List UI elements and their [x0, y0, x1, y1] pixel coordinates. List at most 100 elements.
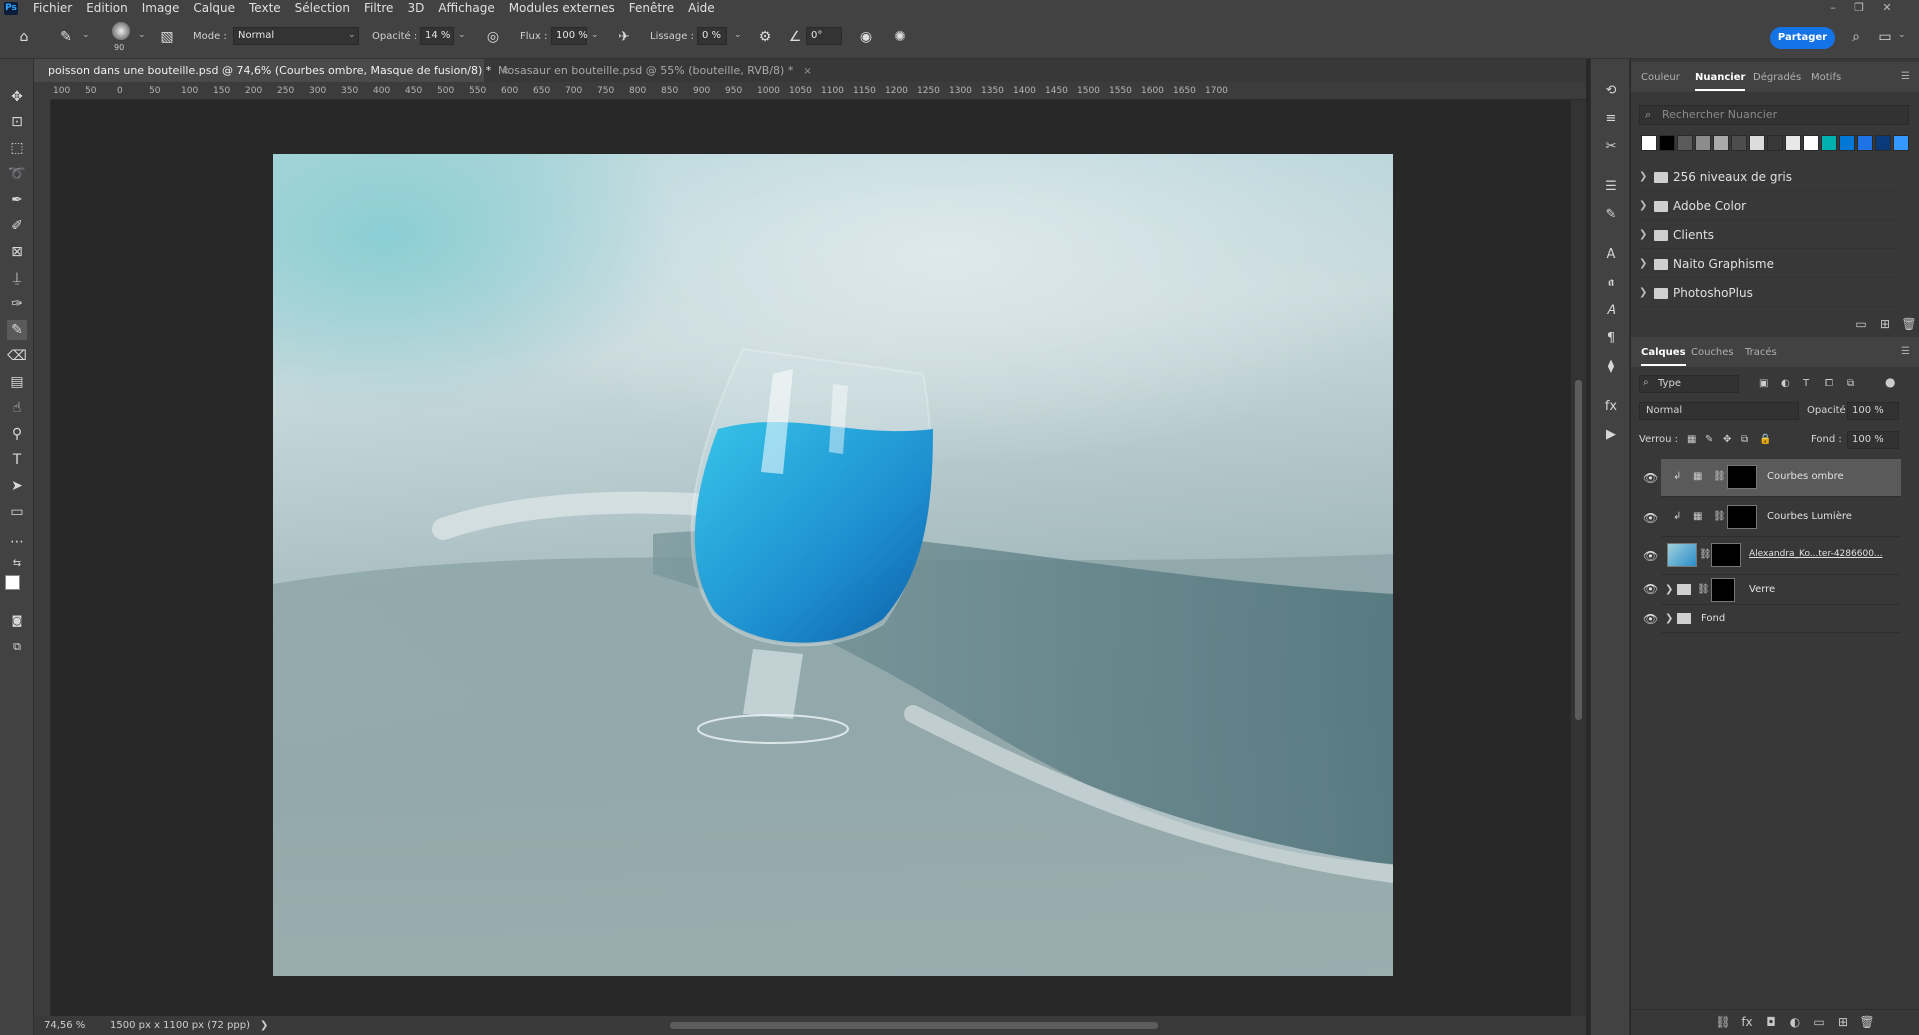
- tab-poisson[interactable]: poisson dans une bouteille.psd @ 74,6% (…: [34, 59, 510, 82]
- swatch-group[interactable]: ❯ Adobe Color: [1635, 192, 1899, 220]
- chevron-down-icon[interactable]: ⌄: [458, 30, 466, 40]
- link-layers-icon[interactable]: ⛓: [1715, 1015, 1731, 1029]
- character-style-icon[interactable]: 𝐴: [1601, 301, 1621, 321]
- gear-icon[interactable]: ⚙: [755, 27, 775, 47]
- tab-nuancier[interactable]: Nuancier: [1695, 72, 1746, 91]
- layer-row[interactable]: ↲ ▦ ⛓ Courbes ombre: [1661, 459, 1901, 497]
- layer-mask-thumbnail[interactable]: [1727, 465, 1757, 489]
- brush-settings-icon[interactable]: ▧: [157, 27, 177, 47]
- scroll-thumb[interactable]: [1575, 380, 1582, 720]
- eye-icon[interactable]: 👁: [1643, 549, 1658, 563]
- layer-thumbnail[interactable]: [1667, 543, 1697, 567]
- zoom-value[interactable]: 74,56 %: [44, 1020, 85, 1031]
- swatch[interactable]: [1803, 135, 1819, 151]
- crop-tool-icon[interactable]: ⊡: [7, 112, 27, 132]
- swatch[interactable]: [1659, 135, 1675, 151]
- chevron-down-icon[interactable]: ⌄: [138, 30, 146, 40]
- brush-preset-icon[interactable]: [112, 22, 130, 40]
- filter-pixel-icon[interactable]: ▣: [1759, 378, 1768, 389]
- document-canvas[interactable]: [273, 154, 1393, 976]
- swatch[interactable]: [1893, 135, 1909, 151]
- swatch[interactable]: [1641, 135, 1657, 151]
- link-icon[interactable]: ⛓: [1713, 471, 1726, 482]
- eye-icon[interactable]: 👁: [1643, 511, 1658, 525]
- filter-adjust-icon[interactable]: ◐: [1781, 378, 1790, 389]
- trash-icon[interactable]: 🗑: [1901, 317, 1917, 331]
- new-swatch-icon[interactable]: ⊞: [1877, 317, 1893, 331]
- fill-input[interactable]: 100 %: [1847, 431, 1899, 449]
- minimize-icon[interactable]: –: [1820, 0, 1846, 16]
- eye-icon[interactable]: 👁: [1643, 582, 1658, 596]
- lock-pixels-icon[interactable]: ✎: [1705, 434, 1713, 445]
- menu-aide[interactable]: Aide: [681, 1, 722, 15]
- eye-icon[interactable]: 👁: [1643, 612, 1658, 626]
- tab-mosasaur[interactable]: Mosasaur en bouteille.psd @ 55% (bouteil…: [484, 59, 824, 82]
- brush-panel-icon[interactable]: ✎: [1601, 205, 1621, 225]
- symmetry-icon[interactable]: ✺: [890, 27, 910, 47]
- chevron-down-icon[interactable]: ⌄: [1898, 30, 1906, 40]
- swatch-search-input[interactable]: Rechercher Nuancier: [1639, 105, 1909, 125]
- lock-position-icon[interactable]: ✥: [1723, 434, 1731, 445]
- vertical-scrollbar[interactable]: [1571, 100, 1586, 1016]
- swatch[interactable]: [1695, 135, 1711, 151]
- layer-mask-thumbnail[interactable]: [1711, 578, 1735, 602]
- menu-selection[interactable]: Sélection: [288, 1, 357, 15]
- brush-tool-icon[interactable]: ✎: [7, 320, 27, 340]
- filter-shape-icon[interactable]: ⧠: [1825, 378, 1833, 389]
- more-tools-icon[interactable]: ⋯: [7, 532, 27, 552]
- angle-input[interactable]: 0°: [806, 27, 842, 45]
- dodge-tool-icon[interactable]: ⚲: [7, 424, 27, 444]
- paragraph-style-icon[interactable]: ⧫: [1601, 357, 1621, 377]
- swatch[interactable]: [1875, 135, 1891, 151]
- menu-affichage[interactable]: Affichage: [431, 1, 501, 15]
- pressure-size-icon[interactable]: ◉: [856, 27, 876, 47]
- tab-traces[interactable]: Tracés: [1745, 347, 1777, 358]
- close-window-icon[interactable]: ✕: [1874, 0, 1900, 16]
- menu-edition[interactable]: Edition: [79, 1, 135, 15]
- menu-fenetre[interactable]: Fenêtre: [622, 1, 681, 15]
- properties-icon[interactable]: ≡: [1601, 109, 1621, 129]
- glyphs-icon[interactable]: 𝖆: [1601, 273, 1621, 293]
- chevron-down-icon[interactable]: ⌄: [348, 30, 356, 40]
- opacity-input[interactable]: 14 %: [420, 27, 454, 45]
- menu-modules-externes[interactable]: Modules externes: [502, 1, 622, 15]
- status-menu-arrow[interactable]: ❯: [260, 1020, 268, 1031]
- menu-calque[interactable]: Calque: [186, 1, 242, 15]
- adjustments-icon[interactable]: ☰: [1601, 177, 1621, 197]
- fx-icon[interactable]: fx: [1739, 1015, 1755, 1029]
- layer-filter-select[interactable]: Type: [1639, 375, 1739, 393]
- new-group-icon[interactable]: ▭: [1811, 1015, 1827, 1029]
- layer-row[interactable]: ⛓ Alexandra_Ko...ter-4286600...: [1661, 537, 1901, 575]
- layer-name[interactable]: Verre: [1749, 584, 1775, 595]
- layer-mask-thumbnail[interactable]: [1711, 543, 1741, 567]
- eyedropper-icon[interactable]: ✑: [7, 294, 27, 314]
- menu-image[interactable]: Image: [135, 1, 187, 15]
- path-selection-icon[interactable]: ➤: [7, 476, 27, 496]
- flow-input[interactable]: 100 %: [551, 27, 588, 45]
- tab-degrades[interactable]: Dégradés: [1753, 72, 1801, 83]
- adjustment-layer-icon[interactable]: ◐: [1787, 1015, 1803, 1029]
- pen-tool-icon[interactable]: ✒: [7, 190, 27, 210]
- layer-row[interactable]: ↲ ▦ ⛓ Courbes Lumière: [1661, 499, 1901, 537]
- move-tool-icon[interactable]: ✥: [7, 87, 27, 107]
- styles-icon[interactable]: fx: [1601, 397, 1621, 417]
- layer-name[interactable]: Courbes ombre: [1767, 471, 1844, 482]
- panel-menu-icon[interactable]: ☰: [1901, 71, 1910, 82]
- link-icon[interactable]: ⛓: [1699, 549, 1712, 560]
- swatch-group[interactable]: ❯ Naito Graphisme: [1635, 250, 1899, 278]
- tab-couches[interactable]: Couches: [1691, 347, 1734, 358]
- lasso-tool-icon[interactable]: ➰: [7, 164, 27, 184]
- quick-mask-icon[interactable]: ◙: [7, 611, 27, 631]
- smoothing-input[interactable]: 0 %: [697, 27, 727, 45]
- layer-row[interactable]: ❯ ⛓ Verre: [1661, 575, 1901, 605]
- chevron-down-icon[interactable]: ⌄: [591, 30, 599, 40]
- lock-all-icon[interactable]: 🔒: [1759, 434, 1771, 445]
- quick-selection-icon[interactable]: ✐: [7, 216, 27, 236]
- actions-icon[interactable]: ▶: [1601, 425, 1621, 445]
- home-icon[interactable]: ⌂: [14, 27, 34, 47]
- type-tool-icon[interactable]: T: [7, 450, 27, 470]
- tools-presets-icon[interactable]: ✂: [1601, 137, 1621, 157]
- filter-smart-icon[interactable]: ⧉: [1847, 378, 1854, 389]
- trash-icon[interactable]: 🗑: [1859, 1015, 1875, 1029]
- swatch[interactable]: [1731, 135, 1747, 151]
